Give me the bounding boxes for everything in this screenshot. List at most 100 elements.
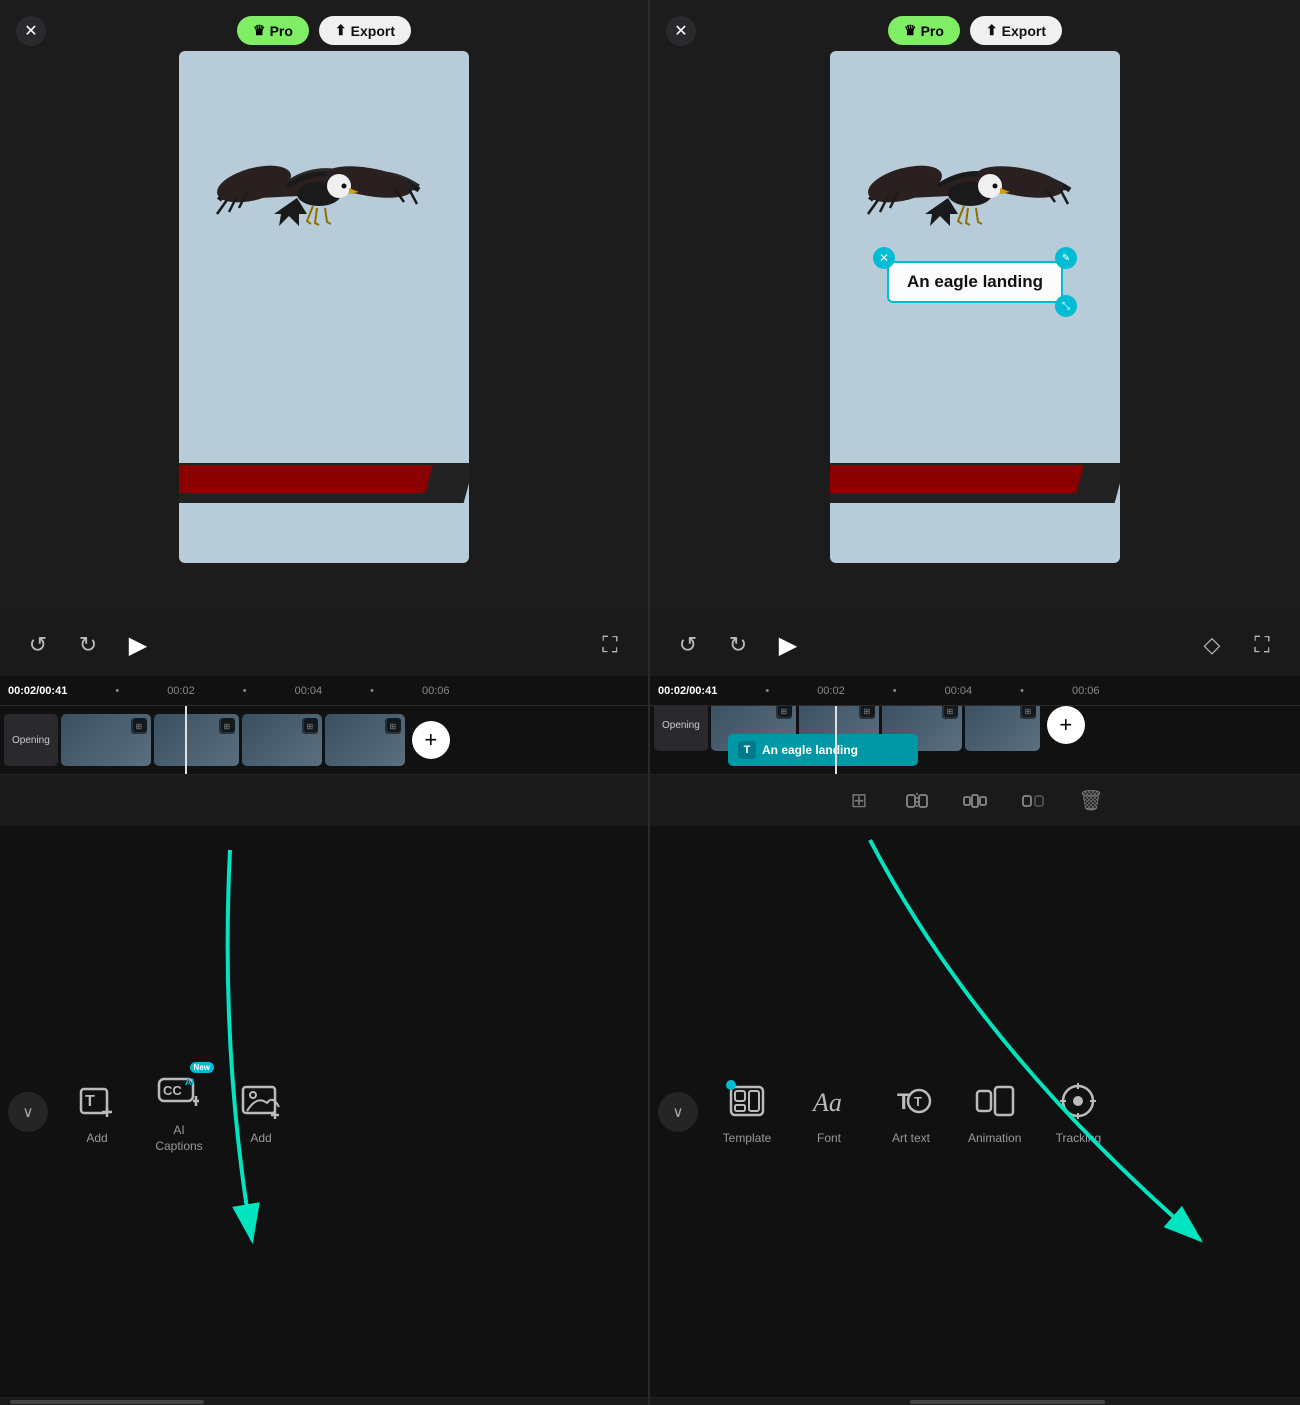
right-undo-button[interactable]: ↺ <box>670 627 706 663</box>
left-clip-3[interactable]: ⊞ <box>242 714 322 766</box>
left-clip-4[interactable]: ⊞ <box>325 714 405 766</box>
left-clip-1[interactable]: ⊞ <box>61 714 151 766</box>
left-time-mark-6: 00:06 <box>422 685 450 697</box>
svg-text:Aa: Aa <box>811 1088 842 1117</box>
right-art-text-button[interactable]: T T Art text <box>870 1068 952 1155</box>
left-add-media-button[interactable]: Add <box>220 1068 302 1155</box>
right-collapse-button[interactable]: ∨ <box>658 1092 698 1132</box>
svg-text:CC: CC <box>163 1083 182 1098</box>
left-current-time: 00:02/00:41 <box>8 685 67 697</box>
font-label: Font <box>817 1131 841 1147</box>
add-text-icon: T <box>72 1076 122 1126</box>
split-mid-button[interactable] <box>957 783 993 819</box>
left-collapse-button[interactable]: ∨ <box>8 1092 48 1132</box>
template-icon <box>722 1076 772 1126</box>
right-track-label: Opening <box>654 706 708 751</box>
right-animation-button[interactable]: Animation <box>952 1068 1037 1155</box>
copy-icon-button[interactable]: ⊞ <box>841 783 877 819</box>
add-media-label: Add <box>250 1131 271 1147</box>
rclip-settings-icon-4: ⊞ <box>1020 706 1036 719</box>
tracking-icon <box>1053 1076 1103 1126</box>
art-text-icon: T T <box>886 1076 936 1126</box>
left-play-button[interactable]: ▶ <box>120 627 156 663</box>
clip-settings-icon: ⊞ <box>131 718 147 734</box>
upload-icon-right: ⬆ <box>986 22 998 39</box>
right-pro-button[interactable]: ♛ Pro <box>888 16 960 45</box>
delete-clip-button[interactable]: 🗑 <box>1073 783 1109 819</box>
text-overlay-container[interactable]: ✕ ✎ ⤡ An eagle landing <box>887 261 1063 303</box>
svg-text:T: T <box>85 1093 95 1110</box>
right-clip-4[interactable]: ⊞ <box>965 706 1040 751</box>
right-panel: ✕ ♛ Pro ⬆ Export <box>650 0 1300 1405</box>
right-time-mark-2: 00:02 <box>817 685 845 697</box>
right-export-button[interactable]: ⬆ Export <box>970 16 1062 45</box>
right-template-button[interactable]: Template <box>706 1068 788 1155</box>
left-ai-captions-button[interactable]: New CC AI AICaptions <box>138 1060 220 1162</box>
left-scrollbar[interactable] <box>0 1397 648 1405</box>
right-add-clip-button[interactable]: + <box>1047 706 1085 744</box>
right-close-button[interactable]: ✕ <box>666 16 696 46</box>
right-redo-button[interactable]: ↻ <box>720 627 756 663</box>
new-badge: New <box>190 1062 214 1073</box>
left-time-mark-3: • <box>243 685 247 697</box>
right-scrollbar-thumb <box>910 1400 1105 1404</box>
right-diamond-button[interactable]: ◇ <box>1194 627 1230 663</box>
left-clip-2[interactable]: ⊞ <box>154 714 239 766</box>
left-fullscreen-button[interactable]: ⛶ <box>592 627 628 663</box>
right-time-mark-3: • <box>893 685 897 697</box>
ai-captions-label: AICaptions <box>155 1123 202 1154</box>
text-overlay-close-handle[interactable]: ✕ <box>873 247 895 269</box>
left-bottom-icons <box>0 774 648 826</box>
split-left-button[interactable] <box>899 783 935 819</box>
left-pro-button[interactable]: ♛ Pro <box>237 16 309 45</box>
clip-settings-icon-3: ⊞ <box>302 718 318 734</box>
animation-label: Animation <box>968 1131 1021 1147</box>
text-overlay-edit-handle[interactable]: ✎ <box>1055 247 1077 269</box>
clip-settings-icon-4: ⊞ <box>385 718 401 734</box>
font-icon: Aa <box>804 1076 854 1126</box>
text-clip-bar[interactable]: T An eagle landing <box>728 734 918 766</box>
rclip-settings-icon-2: ⊞ <box>859 706 875 719</box>
right-tracking-button[interactable]: Tracking <box>1037 1068 1119 1155</box>
text-clip-icon: T <box>738 741 756 759</box>
rclip-settings-icon: ⊞ <box>776 706 792 719</box>
right-play-button[interactable]: ▶ <box>770 627 806 663</box>
text-clip-label: An eagle landing <box>762 743 858 757</box>
right-current-time: 00:02/00:41 <box>658 685 717 697</box>
right-controls-row: ↺ ↻ ▶ ◇ ⛶ <box>650 614 1300 676</box>
right-frame-buttons: ♛ Pro ⬆ Export <box>888 16 1062 45</box>
left-time-mark-4: 00:04 <box>295 685 323 697</box>
right-time-mark-6: 00:06 <box>1072 685 1100 697</box>
split-right-button[interactable] <box>1015 783 1051 819</box>
rclip-settings-icon-3: ⊞ <box>942 706 958 719</box>
right-fullscreen-button[interactable]: ⛶ <box>1244 627 1280 663</box>
left-time-mark-1: • <box>115 685 119 697</box>
right-font-button[interactable]: Aa Font <box>788 1068 870 1155</box>
add-media-icon <box>236 1076 286 1126</box>
crown-icon: ♛ <box>253 22 266 39</box>
right-scrollbar[interactable] <box>650 1397 1300 1405</box>
text-overlay-content: An eagle landing <box>907 272 1043 291</box>
left-add-text-button[interactable]: T Add <box>56 1068 138 1155</box>
left-video-area: ✕ ♛ Pro ⬆ Export <box>0 0 648 614</box>
text-overlay-resize-handle[interactable]: ⤡ <box>1055 295 1077 317</box>
left-scrollbar-thumb <box>10 1400 204 1404</box>
left-redo-button[interactable]: ↻ <box>70 627 106 663</box>
left-video-frame <box>179 51 469 563</box>
right-main-toolbar: ∨ Template Aa <box>650 826 1300 1397</box>
ai-captions-icon: CC AI <box>154 1068 204 1118</box>
left-controls-row: ↺ ↻ ▶ ⛶ <box>0 614 648 676</box>
left-add-clip-button[interactable]: + <box>412 721 450 759</box>
right-bottom-decoration <box>830 448 1120 503</box>
right-timeline-ruler: 00:02/00:41 • 00:02 • 00:04 • 00:06 <box>650 676 1300 706</box>
left-close-button[interactable]: ✕ <box>16 16 46 46</box>
right-video-frame: ✕ ✎ ⤡ An eagle landing <box>830 51 1120 563</box>
left-time-mark-2: 00:02 <box>167 685 195 697</box>
upload-icon: ⬆ <box>335 22 347 39</box>
add-text-label: Add <box>86 1131 107 1147</box>
left-panel: ✕ ♛ Pro ⬆ Export <box>0 0 650 1405</box>
right-time-mark-4: 00:04 <box>945 685 973 697</box>
left-export-button[interactable]: ⬆ Export <box>319 16 411 45</box>
left-undo-button[interactable]: ↺ <box>20 627 56 663</box>
text-overlay-box[interactable]: An eagle landing <box>887 261 1063 303</box>
